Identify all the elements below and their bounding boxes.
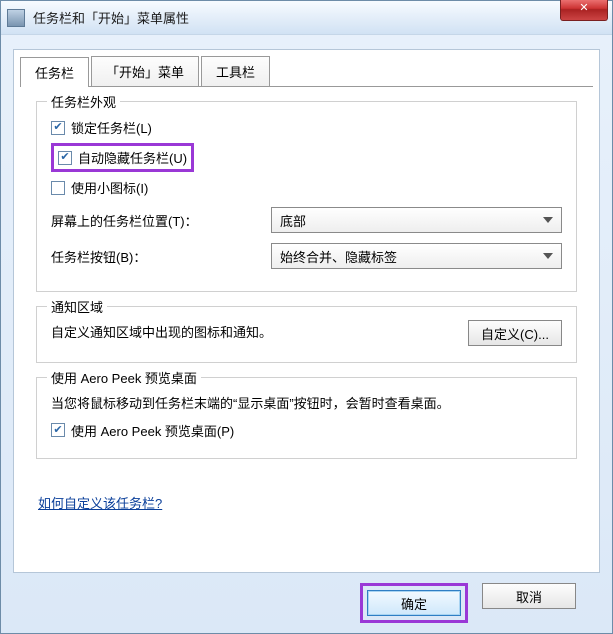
customize-button[interactable]: 自定义(C)... [468, 320, 562, 346]
highlight-ok: 确定 [360, 583, 468, 623]
checkbox-lock-taskbar[interactable] [51, 121, 65, 135]
label-aero-peek: 使用 Aero Peek 预览桌面(P) [71, 421, 234, 440]
chevron-down-icon [543, 217, 553, 223]
close-button[interactable]: ✕ [560, 0, 608, 21]
checkbox-small-icons[interactable] [51, 181, 65, 195]
label-autohide: 自动隐藏任务栏(U) [78, 148, 187, 167]
group-aero: 使用 Aero Peek 预览桌面 当您将鼠标移动到任务栏末端的“显示桌面”按钮… [36, 377, 577, 459]
label-position: 屏幕上的任务栏位置(T)： [51, 211, 271, 230]
window-icon [7, 9, 25, 27]
properties-dialog: 任务栏和「开始」菜单属性 ✕ 任务栏 「开始」菜单 工具栏 任务栏外观 锁定任务… [0, 0, 613, 634]
tab-toolbar[interactable]: 工具栏 [201, 56, 270, 86]
label-small-icons: 使用小图标(I) [71, 178, 148, 197]
window-title: 任务栏和「开始」菜单属性 [33, 8, 189, 27]
select-buttons-value: 始终合并、隐藏标签 [280, 247, 397, 266]
row-small-icons: 使用小图标(I) [51, 178, 562, 197]
label-lock-taskbar: 锁定任务栏(L) [71, 118, 152, 137]
tab-pane: 任务栏外观 锁定任务栏(L) 自动隐藏任务栏(U) 使用小图标(I) [20, 86, 593, 479]
tab-strip: 任务栏 「开始」菜单 工具栏 [14, 50, 599, 86]
select-buttons[interactable]: 始终合并、隐藏标签 [271, 243, 562, 269]
row-lock-taskbar: 锁定任务栏(L) [51, 118, 562, 137]
ok-button[interactable]: 确定 [367, 590, 461, 616]
aero-desc: 当您将鼠标移动到任务栏末端的“显示桌面”按钮时，会暂时查看桌面。 [51, 394, 562, 415]
notify-desc: 自定义通知区域中出现的图标和通知。 [51, 323, 456, 344]
checkbox-autohide[interactable] [58, 151, 72, 165]
label-buttons: 任务栏按钮(B)： [51, 247, 271, 266]
group-notify-legend: 通知区域 [47, 297, 107, 316]
row-position: 屏幕上的任务栏位置(T)： 底部 [51, 207, 562, 233]
group-appearance-legend: 任务栏外观 [47, 92, 120, 111]
group-appearance: 任务栏外观 锁定任务栏(L) 自动隐藏任务栏(U) 使用小图标(I) [36, 101, 577, 292]
row-buttons: 任务栏按钮(B)： 始终合并、隐藏标签 [51, 243, 562, 269]
select-position-value: 底部 [280, 211, 306, 230]
tab-taskbar[interactable]: 任务栏 [20, 57, 89, 87]
dialog-footer: 确定 取消 [1, 583, 612, 623]
tab-start-menu[interactable]: 「开始」菜单 [91, 56, 199, 86]
row-autohide: 自动隐藏任务栏(U) [51, 143, 562, 172]
titlebar: 任务栏和「开始」菜单属性 ✕ [1, 1, 612, 35]
help-link[interactable]: 如何自定义该任务栏? [38, 493, 162, 512]
select-position[interactable]: 底部 [271, 207, 562, 233]
group-aero-legend: 使用 Aero Peek 预览桌面 [47, 368, 201, 387]
chevron-down-icon [543, 253, 553, 259]
checkbox-aero-peek[interactable] [51, 423, 65, 437]
group-notify: 通知区域 自定义通知区域中出现的图标和通知。 自定义(C)... [36, 306, 577, 363]
cancel-button[interactable]: 取消 [482, 583, 576, 609]
highlight-autohide: 自动隐藏任务栏(U) [51, 143, 194, 172]
row-aero-peek: 使用 Aero Peek 预览桌面(P) [51, 421, 562, 440]
content-area: 任务栏 「开始」菜单 工具栏 任务栏外观 锁定任务栏(L) 自动隐藏任务栏(U) [13, 49, 600, 573]
